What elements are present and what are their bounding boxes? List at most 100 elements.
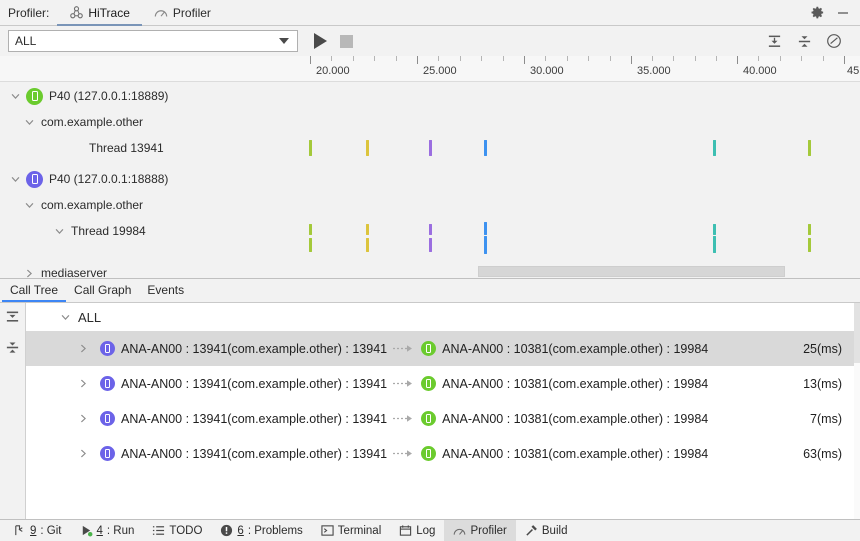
trace-mark[interactable] [366,224,369,235]
chevron-down-icon[interactable] [22,198,36,212]
timeline-row-label-wrap: com.example.other [36,198,143,212]
trace-mark[interactable] [366,238,369,252]
gear-icon[interactable] [809,5,825,21]
call-tree-row[interactable]: ANA-AN00 : 13941(com.example.other) : 13… [26,366,860,401]
chevron-down-icon[interactable] [8,89,22,103]
ruler-tick-minor [331,56,332,61]
status-profiler[interactable]: Profiler [444,519,516,541]
vscrollbar-thumb[interactable] [854,303,860,363]
call-tree-duration: 25(ms) [803,341,842,356]
ruler-tick-minor [695,56,696,61]
chevron-down-icon[interactable] [22,115,36,129]
call-tree-row[interactable]: ANA-AN00 : 13941(com.example.other) : 13… [26,436,860,471]
timeline-row-device-p40-18888[interactable]: P40 (127.0.0.1:18888) [0,165,860,193]
ruler-tick-minor [460,56,461,61]
profiler-window: Profiler: HiTrace Profiler ALL 20.000 25… [0,0,860,541]
call-tree-row[interactable]: ANA-AN00 : 13941(com.example.other) : 13… [26,331,860,366]
chevron-right-icon[interactable] [76,412,90,426]
trace-mark[interactable] [366,140,369,156]
minimize-icon[interactable] [835,5,851,21]
trace-mark[interactable] [484,222,487,235]
status-git[interactable]: 9: Git [4,520,71,541]
status-log[interactable]: Log [390,520,444,541]
status-label: Build [541,524,568,537]
target-phone-icon [421,446,437,461]
trace-mark[interactable] [429,238,432,252]
status-terminal[interactable]: Terminal [312,520,390,541]
timeline-row-package-com-example-other-2[interactable]: com.example.other [0,191,860,219]
chevron-right-icon[interactable] [76,447,90,461]
expand-all-icon[interactable] [766,33,782,49]
trace-mark[interactable] [309,224,312,235]
status-problems[interactable]: 6: Problems [211,520,311,541]
target-phone-icon [421,341,437,356]
call-tree-root-row[interactable]: ALL [26,303,860,331]
trace-mark[interactable] [429,140,432,156]
play-button[interactable] [314,33,327,49]
ruler-tick-minor [652,56,653,61]
tab-label: Events [147,283,185,297]
tab-label: Call Tree [10,283,59,297]
chevron-right-icon[interactable] [76,342,90,356]
trace-mark[interactable] [484,236,487,254]
ruler-tick-major [524,56,525,64]
chevron-down-icon[interactable] [58,310,72,324]
filter-select[interactable]: ALL [8,30,298,52]
chevron-down-icon[interactable] [8,172,22,186]
tab-profiler[interactable]: Profiler [142,0,223,25]
timeline-row-package-com-example-other-1[interactable]: com.example.other [0,108,860,136]
trace-mark[interactable] [713,236,716,253]
ruler-label: 45 [847,65,860,77]
call-tree-target-label: ANA-AN00 : 10381(com.example.other) : 19… [442,446,709,461]
chevron-down-icon[interactable] [52,224,66,238]
tab-call-tree[interactable]: Call Tree [2,280,67,302]
call-tree-list: ALL ANA-AN00 : 13941(com.example.other) :… [26,303,860,519]
chevron-right-icon[interactable] [76,377,90,391]
list-icon [152,524,165,537]
call-tree-row[interactable]: ANA-AN00 : 13941(com.example.other) : 13… [26,401,860,436]
timeline-row-label-wrap: P40 (127.0.0.1:18889) [22,87,168,105]
source-phone-icon [100,411,115,426]
timeline-row-device-p40-18889[interactable]: P40 (127.0.0.1:18889) [0,82,860,110]
timeline-row-process-mediaserver[interactable]: mediaserver [0,259,860,278]
timeline-row-label-wrap: com.example.other [36,115,143,129]
tab-events[interactable]: Events [139,280,192,302]
call-tree-panel: ALL ANA-AN00 : 13941(com.example.other) :… [0,302,860,519]
ruler-label: 25.000 [423,65,457,77]
ruler-tick-minor [801,56,802,61]
timeline-row-label: P40 (127.0.0.1:18888) [49,172,169,186]
hammer-icon [525,524,538,537]
expand-all-icon[interactable] [5,309,21,325]
status-run[interactable]: 4: Run [71,520,144,541]
status-mnemonic: 9 [30,524,37,537]
collapse-all-icon[interactable] [796,33,812,49]
branch-icon [13,524,26,537]
tab-call-graph[interactable]: Call Graph [66,280,139,302]
call-tree-vscrollbar[interactable] [854,303,860,519]
stop-button[interactable] [340,34,353,48]
trace-mark[interactable] [713,224,716,235]
status-build[interactable]: Build [516,520,577,541]
timeline-ruler[interactable]: 20.000 25.000 30.000 35.000 40.000 45 [0,56,860,82]
status-label: Terminal [337,524,382,537]
tab-hitrace[interactable]: HiTrace [57,0,142,26]
profiler-toolbar: ALL [0,26,860,56]
trace-mark[interactable] [713,140,716,156]
ban-icon[interactable] [826,33,842,49]
trace-mark[interactable] [429,224,432,235]
tab-label: Call Graph [74,283,132,297]
status-label: : Run [106,524,135,537]
chevron-right-icon[interactable] [22,266,36,278]
trace-mark[interactable] [484,140,487,156]
ruler-tick-minor [758,56,759,61]
status-todo[interactable]: TODO [143,520,211,541]
collapse-all-icon[interactable] [5,339,21,355]
trace-mark[interactable] [309,140,312,156]
trace-mark[interactable] [808,238,811,252]
call-tree-duration: 7(ms) [810,411,842,426]
log-icon [399,524,412,537]
call-tree-target-label: ANA-AN00 : 10381(com.example.other) : 19… [442,341,709,356]
trace-mark[interactable] [808,140,811,156]
trace-mark[interactable] [808,224,811,235]
trace-mark[interactable] [309,238,312,252]
